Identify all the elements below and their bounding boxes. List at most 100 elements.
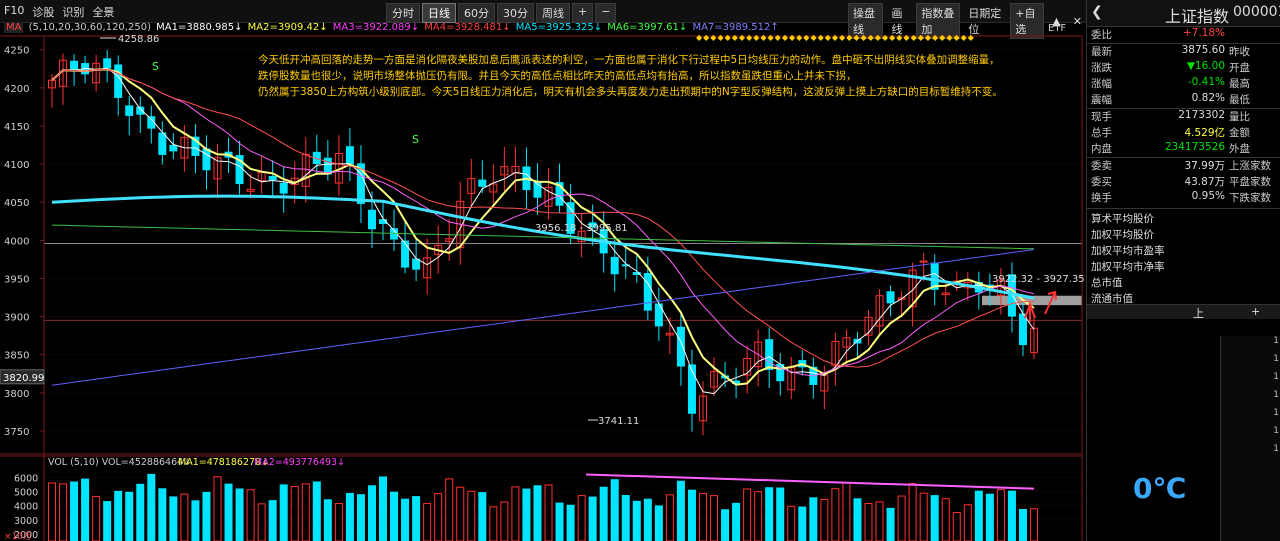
volume-bar-down [478, 492, 487, 541]
volume-bar-up [787, 505, 796, 541]
candle-down [687, 364, 696, 414]
price-tick-label: 4200 [4, 84, 29, 95]
quote-label: 换手 [1091, 192, 1112, 204]
signal-diamonds: ◆◆◆◆◆◆◆◆◆◆◆◆◆◆◆◆◆◆◆◆◆◆◆◆◆◆◆◆◆◆◆◆◆◆◆◆◆◆◆ [696, 33, 975, 42]
candles [48, 49, 1038, 436]
tab-intraday[interactable]: 分时 [386, 3, 420, 23]
quote-value: 0.82% [1191, 92, 1225, 104]
volume-bar-down [202, 491, 211, 541]
candle-down [169, 144, 178, 152]
quote-label-secondary: 下跌家数 [1229, 192, 1271, 204]
low-price-label: 3741.11 [598, 416, 639, 427]
volume-bar-up [456, 486, 465, 541]
quote-label: 涨幅 [1091, 78, 1112, 90]
tab-daily[interactable]: 日线 [422, 3, 456, 23]
candle-down [643, 273, 652, 311]
index-name: 上证指数 [1165, 7, 1230, 26]
mini-axis-tick: 1 [1273, 408, 1279, 418]
volume-bar-down [776, 487, 785, 541]
quote-label-secondary: 昨收 [1229, 46, 1250, 58]
quote-row: 委买 43.87万 平盘家数 [1087, 174, 1280, 190]
volume-bar-down [268, 500, 277, 541]
ma4-value: MA4=3928.481↓ [424, 22, 511, 33]
volume-bar-up [743, 488, 752, 541]
tab-weekly[interactable]: 周线 [536, 3, 570, 23]
tab-60min[interactable]: 60分 [458, 3, 495, 23]
nav-f10[interactable]: F10 [4, 4, 24, 20]
top-toolbar: F10 诊股 识别 全景 分时 日线 60分 30分 周线 + − 操盘线 画线… [0, 0, 1086, 39]
volume-ma2: MA2=493776493↓ [254, 457, 345, 468]
volume-bar-down [70, 481, 79, 541]
volume-bar-down [566, 504, 575, 541]
list-item: 加权平均市盈率 [1091, 245, 1165, 257]
quote-label: 震幅 [1091, 94, 1112, 106]
nav-panorama[interactable]: 全景 [92, 4, 114, 20]
annotation-line: 仍然属于3850上方构筑小级别底部。今天5日线压力消化后，明天有机会多头再度发力… [258, 86, 1003, 98]
back-icon[interactable]: ❮ [1091, 4, 1103, 20]
ma-label[interactable]: MA [4, 22, 24, 33]
volume-bar-down [401, 498, 410, 541]
volume-bar-up [423, 502, 432, 541]
quote-label-secondary: 最高 [1229, 78, 1250, 90]
quote-label: 委买 [1091, 176, 1112, 188]
volume-bar-down [191, 500, 200, 541]
tab-30min[interactable]: 30分 [497, 3, 534, 23]
quote-label-secondary: 外盘 [1229, 143, 1250, 155]
volume-bar-down [621, 494, 630, 541]
candle-down [1018, 313, 1027, 346]
quote-label: 现手 [1091, 111, 1112, 123]
candle-down [345, 146, 354, 165]
ma2-value: MA2=3909.42↓ [247, 22, 328, 33]
volume-bar-down [158, 488, 167, 541]
volume-bar-down [81, 478, 90, 541]
zoom-in-button[interactable]: + [572, 3, 594, 23]
volume-bar-down [654, 505, 663, 541]
quote-value: 3875.60 [1181, 44, 1225, 56]
nav-recognize[interactable]: 识别 [62, 4, 84, 20]
add-tab-button[interactable]: + [1251, 305, 1260, 318]
nav-diagnose[interactable]: 诊股 [32, 4, 54, 20]
etf-label[interactable]: ETF [1048, 23, 1066, 34]
zoom-out-button[interactable]: − [595, 3, 617, 23]
price-tick-label: 3800 [4, 389, 29, 400]
tab-up[interactable]: 上 [1193, 305, 1204, 321]
price-tick-label: 3750 [4, 427, 29, 438]
volume-bar-down [356, 494, 365, 541]
volume-bar-down [412, 496, 421, 541]
period-tabs: 分时 日线 60分 30分 周线 + − [386, 3, 617, 23]
quote-row: 震幅 0.82% 最低 [1087, 92, 1280, 108]
candle-down [676, 326, 685, 367]
volume-bar-up [511, 486, 520, 541]
volume-trend-line [585, 473, 1035, 490]
volume-unit-label: ×10万 [4, 532, 32, 541]
candle-down [478, 179, 487, 187]
volume-bar-down [798, 506, 807, 541]
volume-bar-down [103, 501, 112, 541]
quote-value: 234173526 [1164, 141, 1225, 153]
volume-bar-up [290, 485, 299, 541]
volume-bar-up [445, 478, 454, 541]
quote-row: 换手 0.95% 下跌家数 [1087, 190, 1280, 206]
volume-bar-up [908, 483, 917, 541]
quote-panel: ❮ 上证指数 000001 委比 +7.18% 最新 3875.60 昨收涨跌 ▼16.0… [1086, 0, 1280, 541]
quote-rows: 委比 +7.18% 最新 3875.60 昨收 涨跌 ▼16.00 开盘 涨幅 -0.41% 最高震… [1087, 27, 1280, 206]
volume-bar-down [853, 498, 862, 541]
ma7-value: MA7=3989.512↑ [692, 22, 779, 33]
list-item: 加权平均股价 [1091, 229, 1154, 241]
volume-bar-up [875, 501, 884, 541]
volume-bar-down [599, 486, 608, 541]
volume-bar-down [765, 487, 774, 541]
quote-row: 委卖 37.99万 上涨家数 [1087, 157, 1280, 174]
quote-value: -0.41% [1187, 76, 1225, 88]
volume-bar-down [390, 491, 399, 541]
candle-down [279, 182, 288, 194]
volume-bar-down [114, 490, 123, 541]
volume-bar-down [555, 502, 564, 541]
quote-label: 委比 [1091, 29, 1112, 41]
price-tick-label: 3900 [4, 313, 29, 324]
volume-bar-up [864, 502, 873, 541]
ma5-value: MA5=3925.325↓ [515, 22, 603, 33]
mini-chart-axis: 1 1 1 1 1 1 1 [1220, 336, 1280, 541]
price-tick-label: 4050 [4, 198, 29, 209]
mini-axis-tick: 1 [1273, 336, 1279, 346]
